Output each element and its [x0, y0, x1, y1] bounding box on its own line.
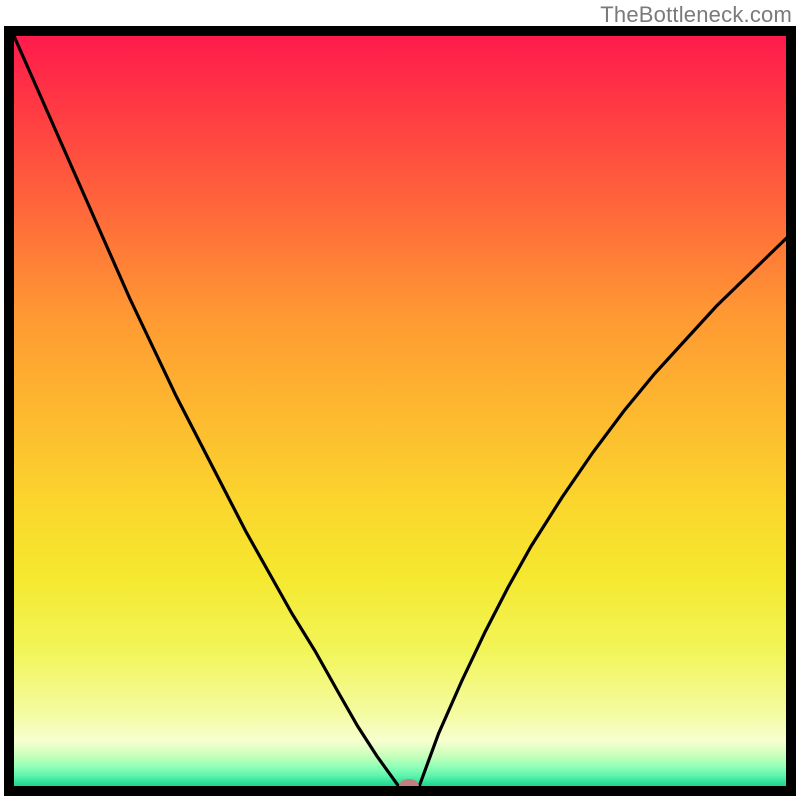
optimal-point-marker: [399, 779, 419, 786]
plot-area: [14, 36, 786, 786]
chart-container: TheBottleneck.com: [0, 0, 800, 800]
bottleneck-curve: [14, 36, 786, 786]
curve-svg: [14, 36, 786, 786]
watermark-label: TheBottleneck.com: [600, 2, 792, 28]
